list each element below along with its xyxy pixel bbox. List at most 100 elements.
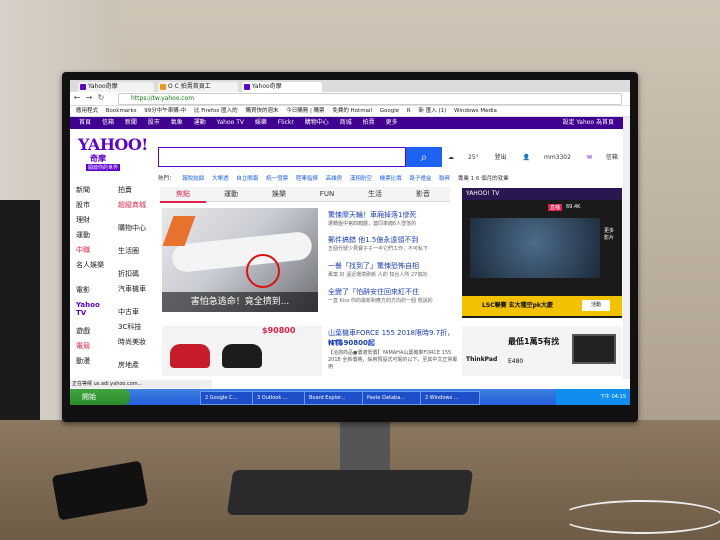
user-icon[interactable]: 👤 (523, 154, 530, 161)
nav-more[interactable]: 更多 (386, 117, 398, 129)
sidebar-item-cpbl[interactable]: 中職 (76, 245, 90, 255)
sidebar-item-games[interactable]: 遊戲 (76, 326, 90, 336)
taskbar-item[interactable]: Board Explor... (304, 391, 364, 405)
sidebar-item-autos[interactable]: 汽車機車 (118, 284, 146, 294)
tab-focus[interactable]: 焦點 (160, 187, 206, 203)
yahoo-tv-widget[interactable]: YAHOO! TV 直播 69.4K 更多影片 LSC聯賽 玄大種空pk大慶 活… (462, 188, 622, 318)
bookmark[interactable]: R (407, 106, 411, 116)
nav-sports[interactable]: 運動 (194, 117, 206, 129)
sidebar-item-celebrity[interactable]: 名人娛樂 (76, 260, 104, 270)
nav-auction[interactable]: 拍賣 (363, 117, 375, 129)
trending-item[interactable]: 報稅結餘 (182, 176, 204, 182)
hero-caption[interactable]: 害怕急逃命！竟全擠到... (162, 292, 318, 312)
sidebar-item-movies[interactable]: 電影 (76, 285, 90, 295)
nav-yahoo-tv[interactable]: Yahoo TV (217, 117, 244, 129)
nav-mall[interactable]: 商城 (340, 117, 352, 129)
trending-item[interactable]: 路子禮盒 (409, 176, 431, 182)
sidebar-item-news[interactable]: 新聞 (76, 185, 90, 195)
sidebar-item-shopping-center[interactable]: 購物中心 (118, 223, 146, 233)
nav-weather[interactable]: 氣象 (171, 117, 183, 129)
sidebar-item-supermall[interactable]: 超級商城 (118, 200, 146, 210)
bookmark[interactable]: 99分中午車購-中 (144, 106, 186, 116)
sidebar-item-used-cars[interactable]: 中古車 (118, 307, 139, 317)
taskbar-item[interactable]: 2 Google C... (200, 391, 254, 405)
trending-item[interactable]: 高雄房 (326, 176, 343, 182)
back-icon[interactable]: ← (72, 93, 82, 103)
trending-item[interactable]: 聯昇 (439, 176, 450, 182)
forward-icon[interactable]: → (84, 93, 94, 103)
nav-mail[interactable]: 信箱 (102, 117, 114, 129)
bookmark[interactable]: Bookmarks (106, 106, 137, 116)
logout-link[interactable]: 登出 (495, 154, 507, 161)
bookmark[interactable]: 新 匯入 (1) (419, 106, 447, 116)
ad-price[interactable]: NT$90800起 (328, 338, 375, 348)
laptop-ad[interactable]: 最低1萬5有找 ThinkPad E480 (462, 326, 622, 376)
system-clock[interactable]: 下午 04:15 (556, 389, 630, 405)
start-button[interactable]: 開始 (70, 389, 130, 405)
nav-stocks[interactable]: 股市 (148, 117, 160, 129)
sidebar-item-sports[interactable]: 運動 (76, 230, 90, 240)
sidebar-item-yahoo-tv[interactable]: Yahoo TV (76, 301, 104, 317)
tab-fun[interactable]: FUN (304, 187, 350, 201)
sidebar-item-anime[interactable]: 動漫 (76, 356, 90, 366)
sidebar-item-fashion[interactable]: 時尚美妝 (118, 337, 146, 347)
browser-tab-active[interactable]: Yahoo奇摩 (242, 82, 322, 92)
sidebar-item-3c[interactable]: 3C科技 (118, 322, 141, 332)
sidebar-item-esports[interactable]: 電競 (76, 341, 90, 351)
sidebar-item-life[interactable]: 生活圈 (118, 246, 146, 256)
sidebar-item-coupon[interactable]: 折扣碼 (118, 269, 139, 279)
trending-item[interactable]: 大樂透 (212, 176, 229, 182)
headline[interactable]: 一餐「找到了」驚悚恐怖自相 (328, 261, 452, 271)
trending-item[interactable]: 漢翔航空 (350, 176, 372, 182)
sidebar-item-auction[interactable]: 拍賣 (118, 185, 132, 195)
bookmark[interactable]: 免費的 Hotmail (332, 106, 372, 116)
search-input[interactable] (158, 147, 406, 167)
game-stream-thumbnail[interactable] (470, 218, 600, 278)
bookmark[interactable]: 比 Firefox 匯入的 (194, 106, 238, 116)
yahoo-logo[interactable]: YAHOO! (78, 135, 148, 154)
trending-right[interactable]: 專業 1 6 個月的就業 (458, 176, 509, 182)
motorcycle-ad-image[interactable]: $90800 (162, 326, 322, 376)
tab-entertainment[interactable]: 娛樂 (256, 187, 302, 201)
nav-home[interactable]: 首頁 (79, 117, 91, 129)
weather-icon[interactable]: ☁ (448, 154, 454, 161)
trending-item[interactable]: 統一發票 (266, 176, 288, 182)
sidebar-item-realestate[interactable]: 房地產 (118, 360, 139, 370)
headline[interactable]: 驚悚摩天輪！車廂掉落1慘死 (328, 210, 452, 220)
tab-life[interactable]: 生活 (352, 187, 398, 201)
bookmark[interactable]: 應用程式 (76, 106, 98, 116)
tab-sports[interactable]: 運動 (208, 187, 254, 201)
trending-item[interactable]: 自立晚報 (236, 176, 258, 182)
page-scrollbar[interactable] (623, 117, 630, 379)
user-name[interactable]: mm3302 (544, 154, 571, 161)
trending-item[interactable]: 陸軍指揮 (296, 176, 318, 182)
mail-link[interactable]: 信箱 (606, 154, 618, 161)
taskbar-item[interactable]: Paste Databa... (362, 391, 422, 405)
bookmark[interactable]: 購買快的週末 (245, 106, 278, 116)
url-field[interactable]: https://tw.yahoo.com (118, 93, 622, 105)
nav-news[interactable]: 新聞 (125, 117, 137, 129)
taskbar-item[interactable]: 3 Outlook ... (252, 391, 306, 405)
trending-item[interactable]: 機票比價 (380, 176, 402, 182)
hero-news-image[interactable]: 害怕急逃命！竟全擠到... (162, 208, 318, 312)
mail-icon[interactable]: ✉ (587, 154, 592, 161)
taskbar-item[interactable]: 2 Windows ... (420, 391, 480, 405)
bookmark[interactable]: 今日購務 | 購票 (286, 106, 324, 116)
set-homepage-link[interactable]: 設定 Yahoo 為首頁 (563, 117, 614, 129)
activity-button[interactable]: 活動 (582, 300, 610, 311)
bookmark[interactable]: Google (380, 106, 399, 116)
bookmark[interactable]: Windows Media (454, 106, 497, 116)
search-button[interactable]: ⌕ (406, 147, 442, 167)
headline[interactable]: 郵件搞錯 他1.5億永遠領不到 (328, 235, 452, 245)
reload-icon[interactable]: ↻ (96, 93, 106, 103)
sidebar-item-stocks[interactable]: 股市 (76, 200, 90, 210)
nav-shopping[interactable]: 購物中心 (305, 117, 329, 129)
tab-video[interactable]: 影音 (400, 187, 446, 201)
browser-tab[interactable]: Yahoo奇摩 (78, 82, 154, 92)
nav-flickr[interactable]: Flickr (278, 117, 294, 129)
nav-entertainment[interactable]: 娛樂 (255, 117, 267, 129)
headline[interactable]: 全變了「怕辭安住回來紅不住 (328, 287, 452, 297)
sidebar-item-finance[interactable]: 理財 (76, 215, 90, 225)
more-videos-link[interactable]: 更多影片 (604, 228, 618, 242)
browser-tab[interactable]: O C 拍賣首頁工 (158, 82, 238, 92)
